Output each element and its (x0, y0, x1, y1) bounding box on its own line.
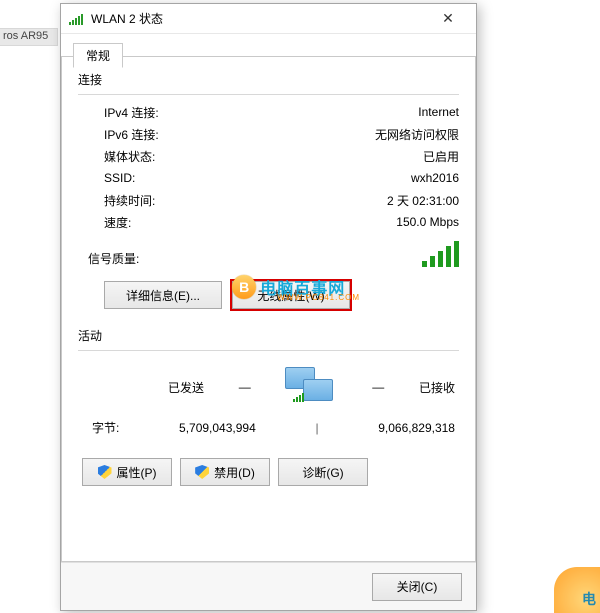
bytes-row: 字节: 5,709,043,994 | 9,066,829,318 (78, 411, 459, 436)
wireless-properties-button[interactable]: 无线属性(W) (232, 281, 350, 309)
value-ipv4: Internet (418, 105, 459, 119)
bytes-label: 字节: (92, 419, 119, 436)
row-signal-quality: 信号质量: (78, 237, 459, 267)
signal-bars-icon (422, 241, 459, 267)
label-ipv4: IPv4 连接: (104, 104, 159, 121)
activity-separator: — (239, 380, 251, 394)
connection-section-label: 连接 (78, 71, 459, 88)
label-ssid: SSID: (104, 171, 135, 185)
background-truncated-text: ros AR95 (0, 28, 58, 46)
shield-icon (195, 465, 209, 479)
details-button[interactable]: 详细信息(E)... (104, 281, 222, 309)
divider (78, 350, 459, 351)
connection-buttons-row: 详细信息(E)... 无线属性(W) (78, 281, 459, 309)
sent-label: 已发送 (168, 379, 204, 396)
label-media-state: 媒体状态: (104, 148, 155, 165)
tab-panel-general: 连接 IPv4 连接: Internet IPv6 连接: 无网络访问权限 媒体… (61, 56, 476, 562)
close-window-button[interactable]: ✕ (428, 5, 468, 33)
row-speed: 速度: 150.0 Mbps (104, 211, 459, 233)
bytes-received-value: 9,066,829,318 (378, 421, 455, 435)
titlebar: WLAN 2 状态 ✕ (61, 4, 476, 34)
value-media-state: 已启用 (423, 148, 459, 165)
diagnose-button[interactable]: 诊断(G) (278, 458, 368, 486)
row-ipv6: IPv6 连接: 无网络访问权限 (104, 123, 459, 145)
disable-button-label: 禁用(D) (214, 464, 255, 481)
activity-buttons-row: 属性(P) 禁用(D) 诊断(G) (78, 458, 459, 486)
wlan-status-dialog: WLAN 2 状态 ✕ 常规 连接 IPv4 连接: Internet IPv6… (60, 3, 477, 611)
value-ssid: wxh2016 (411, 171, 459, 185)
window-title: WLAN 2 状态 (91, 10, 428, 27)
tab-general[interactable]: 常规 (73, 43, 123, 68)
row-ssid: SSID: wxh2016 (104, 167, 459, 189)
value-speed: 150.0 Mbps (396, 215, 459, 229)
properties-button-label: 属性(P) (117, 464, 157, 481)
activity-section: 活动 已发送 — — 已接收 字节: 5,709,043,994 | (78, 327, 459, 486)
bytes-divider: | (315, 421, 318, 435)
bytes-sent-value: 5,709,043,994 (179, 421, 256, 435)
shield-icon (98, 465, 112, 479)
value-ipv6: 无网络访问权限 (375, 126, 459, 143)
close-dialog-button[interactable]: 关闭(C) (372, 573, 462, 601)
activity-header-row: 已发送 — — 已接收 (78, 357, 459, 411)
received-label: 已接收 (419, 379, 455, 396)
label-ipv6: IPv6 连接: (104, 126, 159, 143)
properties-button[interactable]: 属性(P) (82, 458, 172, 486)
row-ipv4: IPv4 连接: Internet (104, 101, 459, 123)
activity-section-label: 活动 (78, 327, 459, 344)
corner-watermark-icon: 电 (554, 567, 600, 613)
row-media-state: 媒体状态: 已启用 (104, 145, 459, 167)
value-duration: 2 天 02:31:00 (387, 192, 459, 209)
wifi-icon (69, 13, 85, 25)
dialog-footer: 关闭(C) (61, 562, 476, 610)
label-speed: 速度: (104, 214, 131, 231)
label-signal-quality: 信号质量: (88, 250, 139, 267)
connection-details: IPv4 连接: Internet IPv6 连接: 无网络访问权限 媒体状态:… (78, 101, 459, 233)
network-activity-icon (285, 367, 337, 407)
disable-button[interactable]: 禁用(D) (180, 458, 270, 486)
row-duration: 持续时间: 2 天 02:31:00 (104, 189, 459, 211)
dialog-body: 常规 连接 IPv4 连接: Internet IPv6 连接: 无网络访问权限… (61, 35, 476, 562)
activity-separator: — (372, 380, 384, 394)
divider (78, 94, 459, 95)
label-duration: 持续时间: (104, 192, 155, 209)
